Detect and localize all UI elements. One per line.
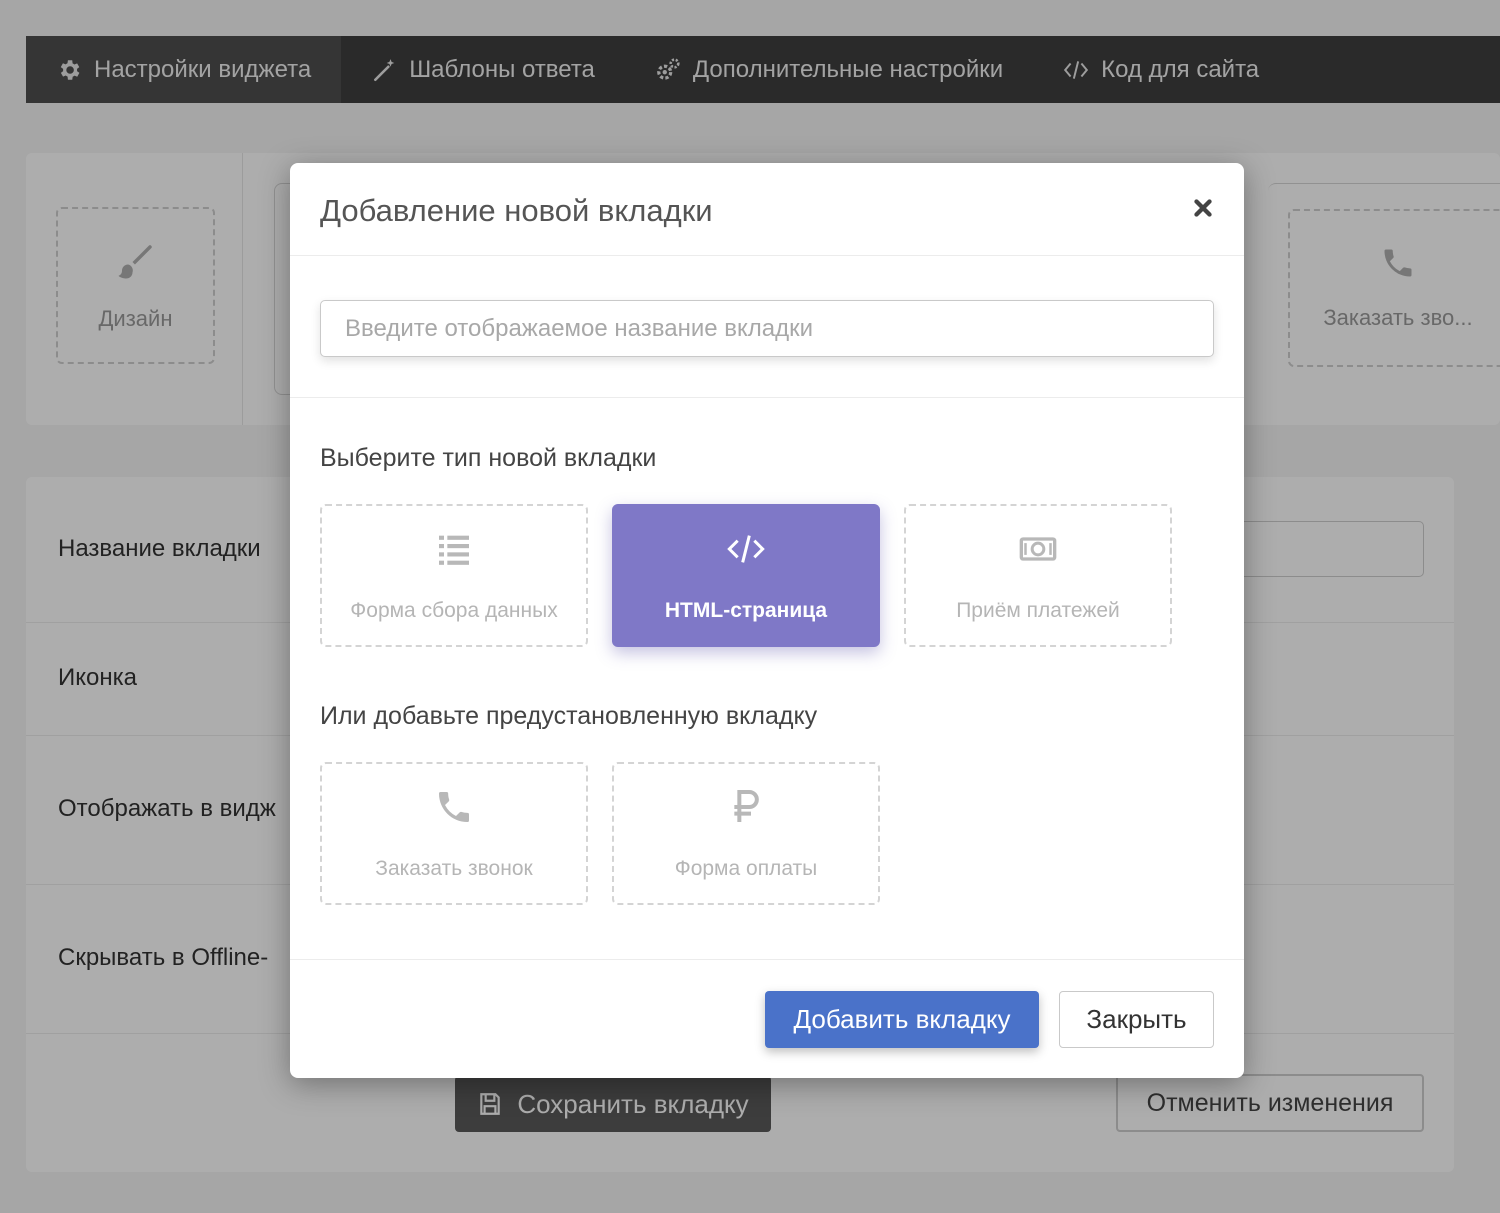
- list-icon: [439, 535, 469, 565]
- preset-payment-form[interactable]: Форма оплаты: [612, 762, 880, 905]
- close-button[interactable]: Закрыть: [1059, 991, 1214, 1048]
- preset-label: Форма оплаты: [674, 856, 818, 880]
- modal-title: Добавление новой вкладки: [320, 193, 713, 228]
- code-icon: [727, 534, 765, 563]
- ruble-icon: [734, 789, 759, 822]
- money-icon: [1019, 536, 1057, 561]
- add-tab-modal: Добавление новой вкладки Выберите тип но…: [290, 163, 1244, 1078]
- tab-type-data-form[interactable]: Форма сбора данных: [320, 504, 588, 647]
- tab-type-section-title: Выберите тип новой вкладки: [320, 444, 657, 472]
- preset-callback[interactable]: Заказать звонок: [320, 762, 588, 905]
- tab-type-label: HTML-страница: [664, 598, 828, 622]
- divider: [290, 255, 1244, 256]
- divider: [290, 397, 1244, 398]
- tab-type-payments[interactable]: Приём платежей: [904, 504, 1172, 647]
- preset-section-title: Или добавьте предустановленную вкладку: [320, 702, 818, 730]
- divider: [290, 959, 1244, 960]
- add-tab-button[interactable]: Добавить вкладку: [765, 991, 1039, 1048]
- tab-type-label: Приём платежей: [956, 598, 1120, 622]
- phone-icon: [439, 791, 469, 822]
- tab-type-label: Форма сбора данных: [350, 598, 558, 622]
- close-icon[interactable]: [1190, 195, 1216, 221]
- tab-type-html-page[interactable]: HTML-страница: [612, 504, 880, 647]
- tab-display-name-input[interactable]: [320, 300, 1214, 357]
- preset-label: Заказать звонок: [375, 856, 533, 880]
